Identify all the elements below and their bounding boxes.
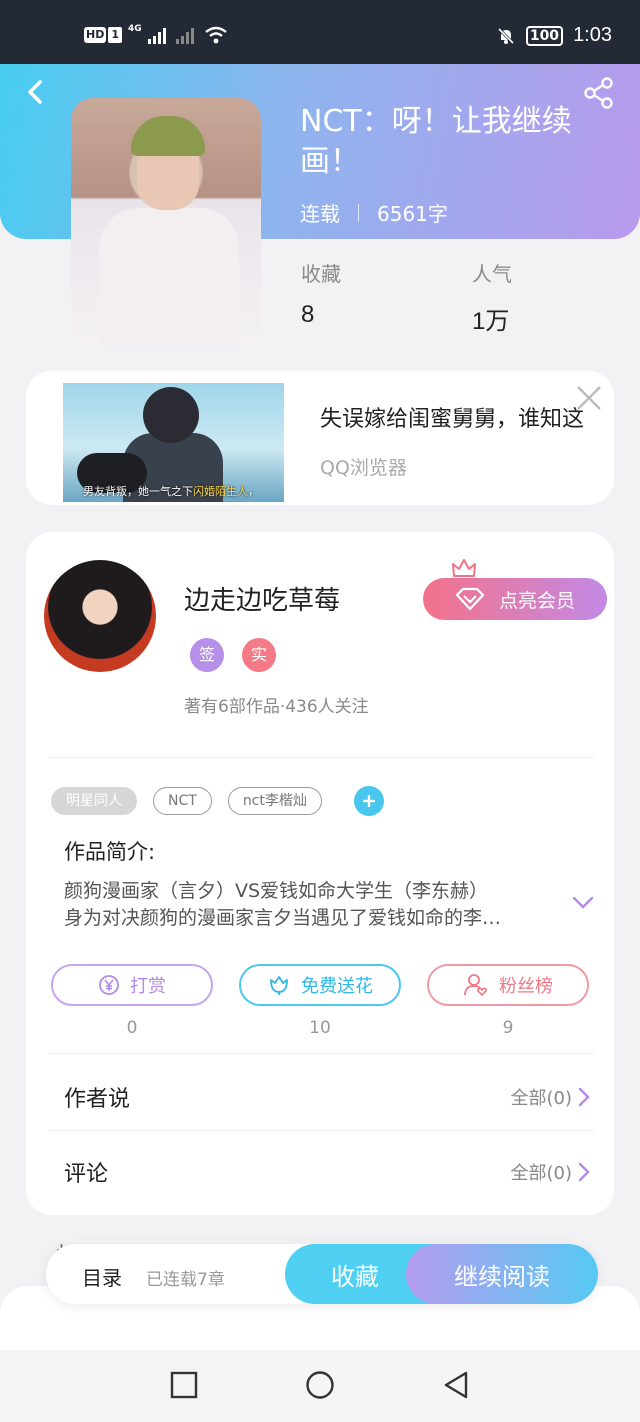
comments-title: 评论 (64, 1162, 109, 1187)
stat-label: 人气 (472, 262, 512, 286)
home-icon[interactable] (305, 1370, 335, 1400)
yen-coin-icon (99, 975, 119, 995)
divider (48, 1053, 594, 1054)
tag-item[interactable]: 明星同人 (51, 787, 137, 815)
fans-count: 9 (502, 1018, 514, 1038)
reward-count: 0 (126, 1018, 138, 1038)
book-cover[interactable] (71, 98, 261, 346)
ad-title[interactable]: 失误嫁给闺蜜舅舅，谁知这 (320, 401, 584, 433)
close-icon[interactable] (574, 383, 604, 413)
author-says-title: 作者说 (64, 1087, 131, 1112)
cover-figure-hair (131, 116, 205, 156)
toc-button[interactable]: 目录 (82, 1262, 122, 1291)
status-bar: HD 1 4G 100 1:03 (0, 0, 640, 64)
reward-label: 打赏 (130, 976, 166, 997)
intro-label: 作品简介: (64, 840, 156, 864)
reward-button[interactable]: 打赏 (51, 964, 213, 1006)
chevron-right-icon (578, 1162, 590, 1182)
divider (48, 1130, 594, 1131)
book-title: NCT：呀！让我继续画！ (300, 104, 572, 179)
mute-bell-icon (497, 27, 514, 44)
signal-icon (147, 28, 166, 44)
stat-value: 8 (301, 301, 315, 328)
intro-line: 身为对决颜狗的漫画家言夕当遇见了爱钱如命的李… (64, 907, 502, 929)
system-nav-bar (0, 1350, 640, 1422)
network-type: 4G (128, 24, 142, 34)
word-count: 6561字 (377, 202, 448, 226)
signed-badge: 签 (190, 638, 224, 672)
author-says-count: 全部(0) (510, 1088, 573, 1109)
author-says-link[interactable]: 全部(0) (511, 1084, 591, 1110)
sim-indicator: 1 (108, 27, 122, 43)
tag-item[interactable]: nct李楷灿 (227, 787, 322, 815)
stat-popularity: 人气 1万 (472, 258, 512, 336)
intro-line: 颜狗漫画家（言夕）VS爱钱如命大学生（李东赫） (64, 880, 489, 902)
flower-count: 10 (309, 1018, 331, 1038)
add-tag-button[interactable] (353, 786, 384, 816)
ad-source: QQ浏览器 (320, 457, 407, 479)
vip-button-label: 点亮会员 (498, 589, 575, 612)
wifi-icon (204, 26, 227, 44)
diamond-icon (455, 587, 485, 611)
back-arrow-icon[interactable] (20, 76, 52, 108)
author-meta: 著有6部作品·436人关注 (184, 697, 369, 717)
stat-value: 1万 (472, 308, 510, 335)
ad-caption-part: ， (248, 485, 259, 498)
chapter-count[interactable]: 已连载7章 (146, 1265, 225, 1290)
chevron-right-icon (578, 1087, 590, 1107)
battery-indicator: 100 (525, 25, 564, 46)
signal-2-icon (175, 28, 194, 44)
verified-badge: 实 (242, 638, 276, 672)
cover-figure-body (99, 208, 239, 346)
fans-rank-button[interactable]: 粉丝榜 (427, 964, 589, 1006)
intro-text[interactable]: 颜狗漫画家（言夕）VS爱钱如命大学生（李东赫） 身为对决颜狗的漫画家言夕当遇见了… (64, 878, 554, 932)
continue-reading-button[interactable]: 继续阅读 (406, 1244, 598, 1304)
status-divider (358, 203, 359, 222)
ad-caption-part: 男友背叛，她一气之下 (83, 485, 193, 498)
back-nav-icon[interactable] (441, 1370, 471, 1400)
serial-status: 连载 (300, 202, 340, 226)
author-says-row[interactable]: 作者说 全部(0) (64, 1077, 590, 1117)
comments-link[interactable]: 全部(0) (511, 1159, 591, 1185)
stat-favorites: 收藏 8 (301, 258, 341, 329)
send-flower-label: 免费送花 (301, 976, 373, 997)
tag-item[interactable]: NCT (153, 787, 212, 815)
bottom-action-bar: 目录 已连载7章 收藏 继续阅读 (46, 1244, 598, 1304)
ad-image[interactable]: 男友背叛，她一气之下闪婚陌生人， (63, 383, 284, 502)
chevron-down-icon[interactable] (572, 896, 594, 910)
fans-user-icon (464, 974, 487, 997)
book-status-line: 连载 6561字 (300, 198, 448, 227)
vip-button[interactable]: 点亮会员 (423, 578, 607, 620)
tag-list: 明星同人 NCT nct李楷灿 (51, 786, 384, 816)
ad-card[interactable]: 男友背叛，她一气之下闪婚陌生人， 失误嫁给闺蜜舅舅，谁知这 QQ浏览器 (26, 371, 614, 505)
comments-count: 全部(0) (510, 1163, 573, 1184)
ad-caption: 男友背叛，她一气之下闪婚陌生人， (83, 483, 259, 499)
crown-icon (452, 559, 476, 577)
ad-figure-head (143, 387, 199, 443)
plus-icon (362, 795, 375, 807)
divider (48, 757, 594, 758)
recent-apps-icon[interactable] (169, 1370, 199, 1400)
status-right: 100 1:03 (496, 24, 612, 47)
send-flower-button[interactable]: 免费送花 (239, 964, 401, 1006)
clock: 1:03 (573, 24, 612, 46)
stat-label: 收藏 (301, 262, 341, 286)
status-left: HD 1 4G (84, 24, 228, 44)
hd-indicator: HD (84, 27, 107, 43)
flower-icon (270, 976, 288, 995)
author-info-card: 边走边吃草莓 签 实 著有6部作品·436人关注 点亮会员 明星同人 NCT n… (26, 532, 614, 1215)
author-avatar[interactable] (44, 560, 156, 672)
fans-rank-label: 粉丝榜 (499, 976, 553, 997)
ad-caption-highlight: 闪婚陌生人 (193, 485, 248, 498)
comments-row[interactable]: 评论 全部(0) (64, 1152, 590, 1192)
author-name[interactable]: 边走边吃草莓 (184, 580, 340, 617)
